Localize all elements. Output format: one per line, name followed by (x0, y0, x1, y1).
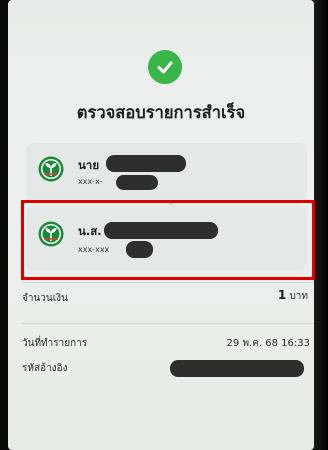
reference-label: รหัสอ้างอิง (22, 363, 68, 374)
datetime-value: 29 พ.ค. 68 16:33 (226, 338, 310, 349)
device-edge (314, 0, 328, 450)
page-title: ตรวจสอบรายการสำเร็จ (76, 103, 246, 122)
amount-unit: บาท (289, 291, 308, 302)
success-badge (148, 50, 182, 84)
sender-name: นาย (78, 158, 100, 172)
divider (22, 282, 314, 283)
kbank-logo (38, 156, 64, 182)
reference-redaction (170, 360, 304, 377)
sender-account: xxx-x- (78, 177, 103, 186)
highlight-box (21, 200, 315, 280)
divider (22, 323, 314, 324)
amount-label: จำนวนเงิน (22, 293, 68, 304)
sender-name-redaction (106, 155, 186, 172)
amount-value: 1 บาท (278, 288, 308, 304)
sender-account-redaction (116, 175, 158, 190)
check-icon (157, 61, 173, 74)
amount-number: 1 (277, 288, 287, 302)
sender-card: นาย xxx-x- (26, 143, 307, 203)
datetime-label: วันที่ทำรายการ (22, 338, 88, 349)
